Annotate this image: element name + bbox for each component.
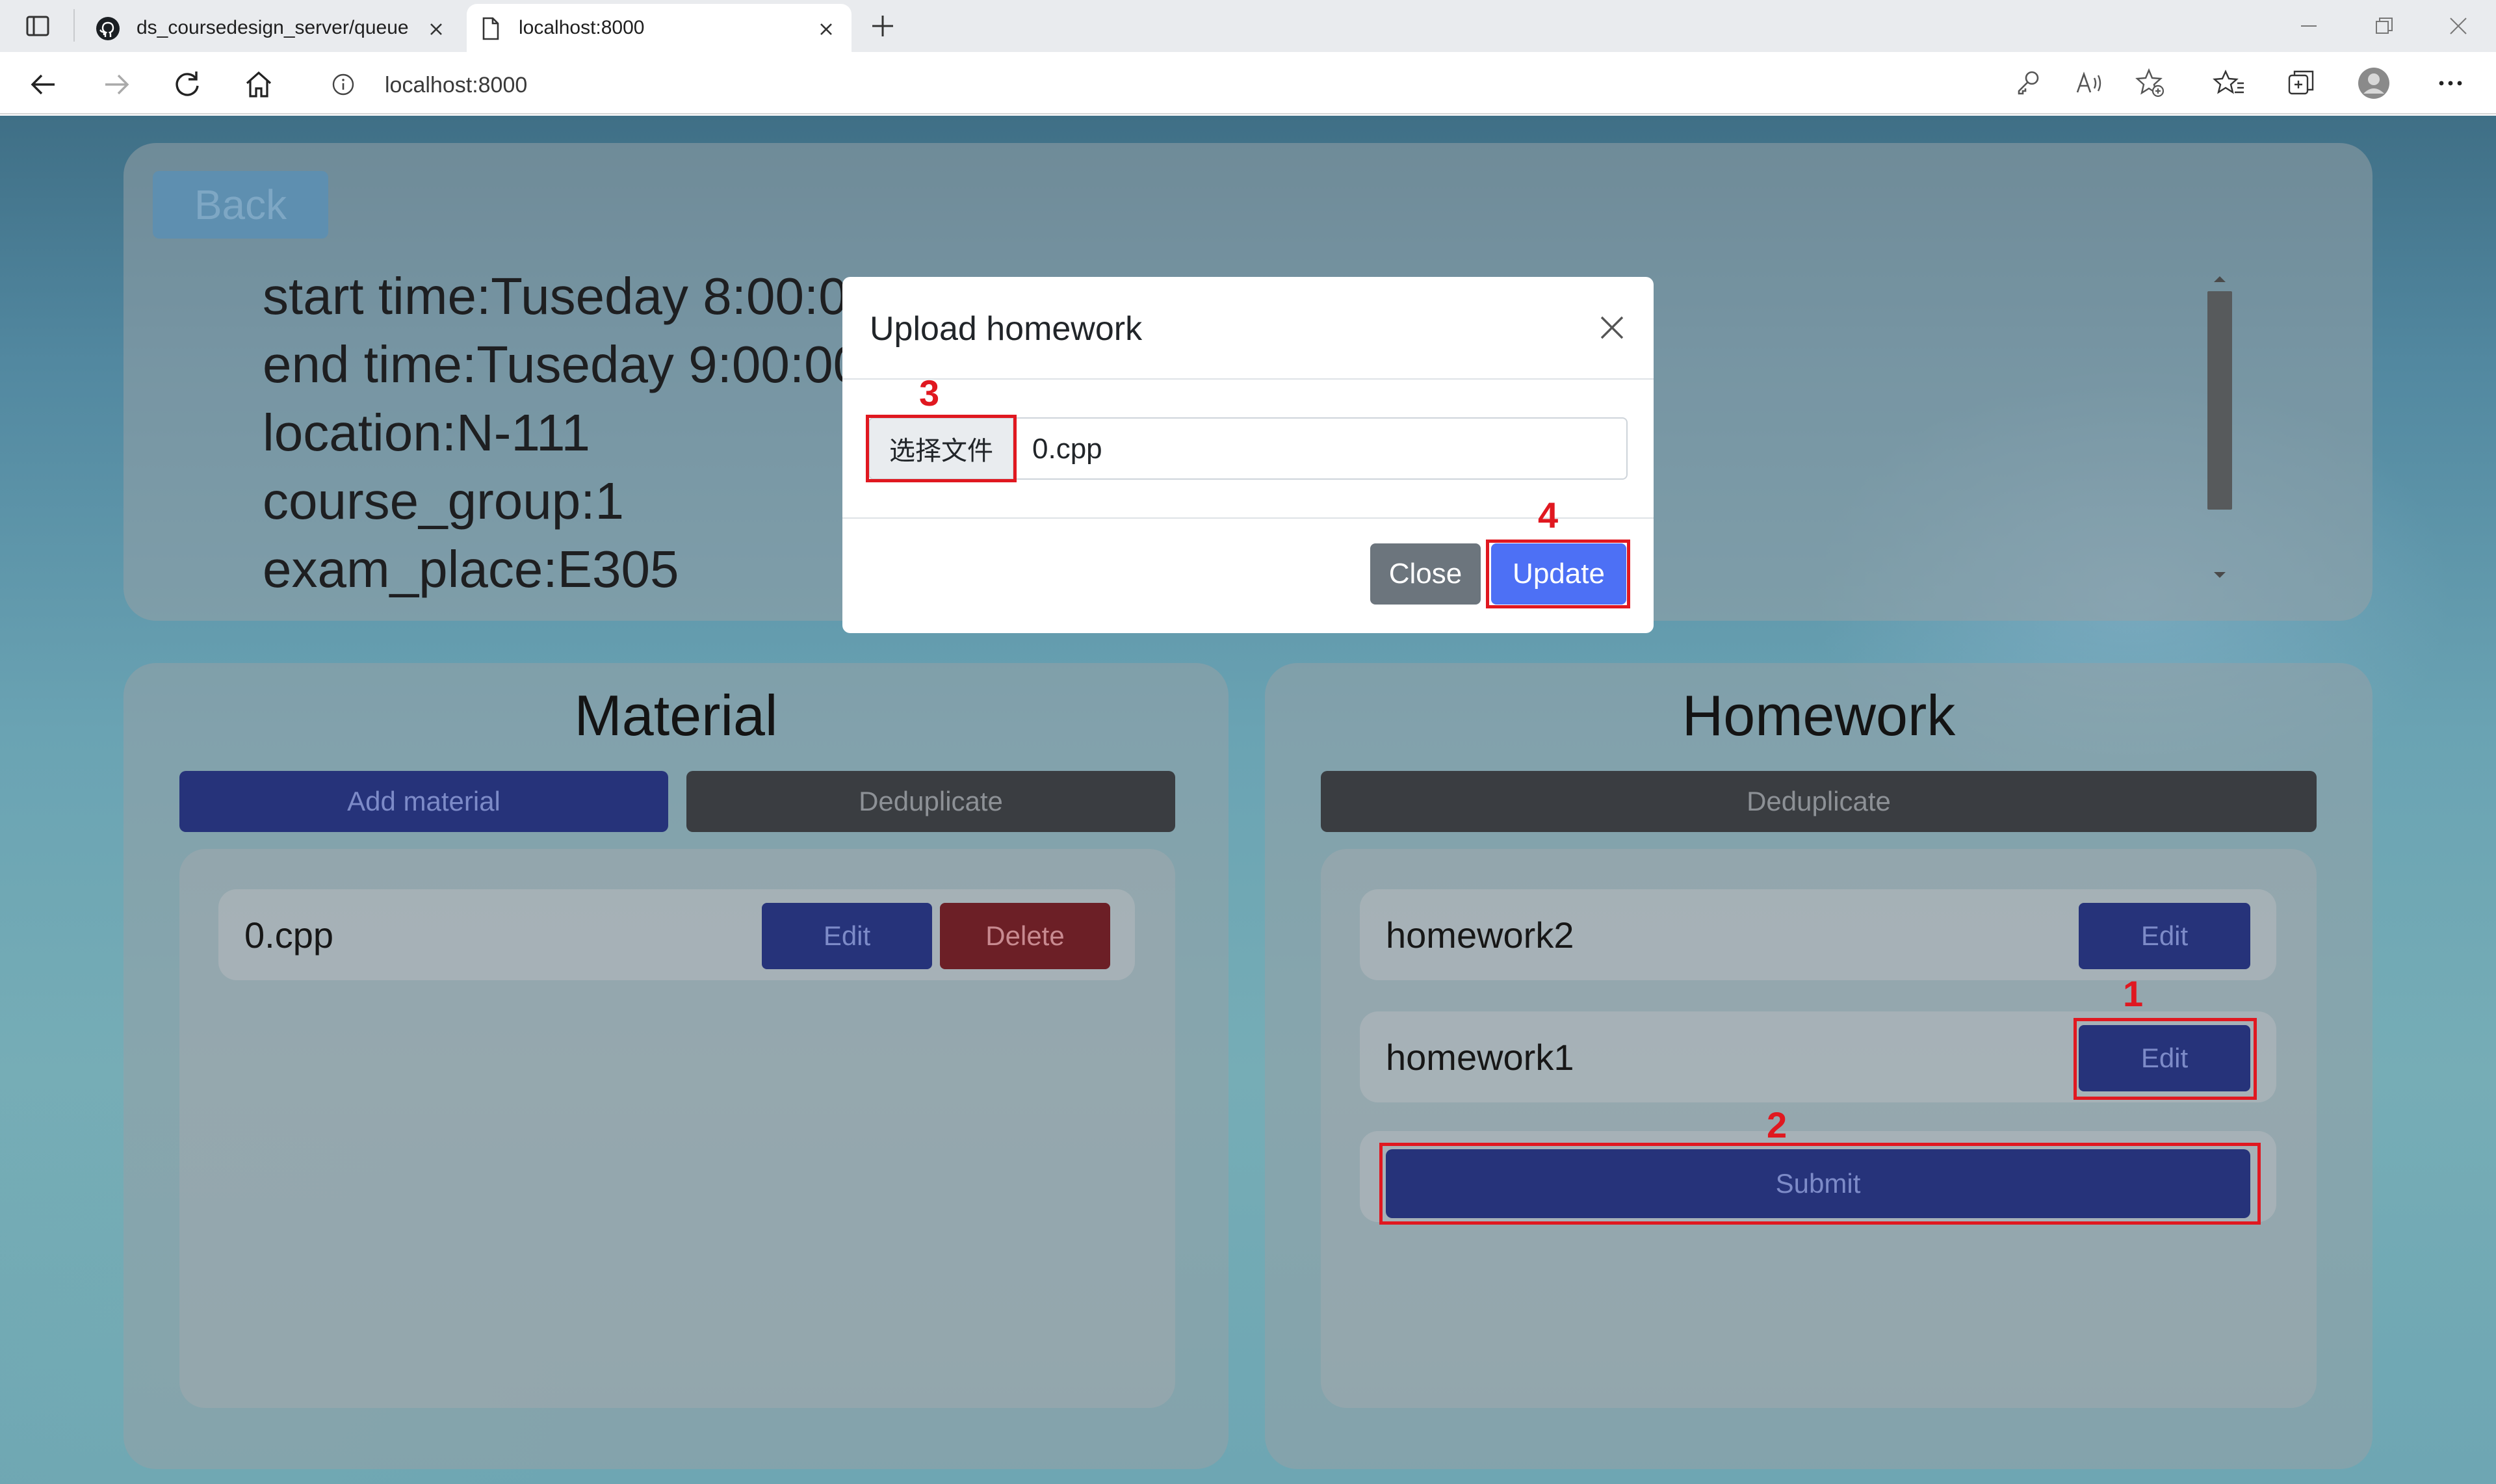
browser-tab-bar: ds_coursedesign_server/queue.p localhost…	[0, 0, 2496, 52]
info-end-time: end time:Tuseday 9:00:00	[263, 335, 863, 393]
page-icon	[482, 17, 499, 40]
material-edit-button[interactable]: Edit	[762, 903, 932, 969]
new-tab-icon[interactable]	[868, 12, 897, 40]
homework-deduplicate-button[interactable]: Deduplicate	[1321, 771, 2317, 832]
close-tab-icon[interactable]	[426, 20, 446, 39]
collections-icon[interactable]	[2284, 66, 2318, 100]
annotation-box-step-4	[1486, 540, 1630, 608]
annotation-step-4: 4	[1538, 495, 1559, 536]
tab-label: ds_coursedesign_server/queue.p	[136, 17, 410, 38]
annotation-box-step-3	[866, 415, 1017, 482]
tab-actions-icon[interactable]	[25, 13, 51, 39]
modal-close-icon[interactable]	[1596, 312, 1628, 343]
github-icon	[96, 17, 120, 40]
tab-separator	[73, 9, 75, 42]
more-menu-icon[interactable]	[2434, 66, 2467, 100]
add-material-button[interactable]: Add material	[179, 771, 668, 832]
annotation-step-3: 3	[919, 372, 940, 413]
add-favorite-icon[interactable]	[2133, 66, 2167, 100]
modal-footer-divider	[842, 517, 1654, 519]
url-field[interactable]: localhost:8000	[306, 60, 1930, 108]
tab-localhost[interactable]: localhost:8000	[467, 4, 852, 52]
forward-arrow-icon[interactable]	[99, 68, 133, 101]
page-background: Back start time:Tuseday 8:00:00 end time…	[0, 116, 2496, 1484]
annotation-step-1: 1	[2123, 973, 2144, 1014]
info-start-time: start time:Tuseday 8:00:00	[263, 267, 877, 325]
back-arrow-icon[interactable]	[27, 68, 61, 101]
tab-github[interactable]: ds_coursedesign_server/queue.p	[84, 4, 462, 52]
scroll-down-arrow-icon[interactable]	[2213, 571, 2227, 580]
favorites-icon[interactable]	[2213, 66, 2246, 100]
scroll-up-arrow-icon[interactable]	[2213, 274, 2227, 283]
annotation-box-step-2	[1379, 1143, 2261, 1225]
url-text: localhost:8000	[385, 73, 528, 98]
material-deduplicate-button[interactable]: Deduplicate	[686, 771, 1175, 832]
key-icon[interactable]	[2011, 66, 2045, 100]
profile-avatar-icon[interactable]	[2357, 66, 2391, 100]
restore-icon[interactable]	[2370, 13, 2398, 39]
home-icon[interactable]	[242, 68, 276, 101]
minimize-icon[interactable]	[2294, 13, 2323, 39]
material-delete-button[interactable]: Delete	[940, 903, 1110, 969]
info-location: location:N-111	[263, 404, 590, 462]
info-course-group: course_group:1	[263, 472, 624, 530]
info-exam-place: exam_place:E305	[263, 540, 679, 598]
refresh-icon[interactable]	[170, 68, 204, 101]
annotation-box-step-1	[2074, 1018, 2257, 1100]
tab-label: localhost:8000	[519, 17, 645, 38]
homework-item-name: homework1	[1386, 1037, 1574, 1078]
material-item-name: 0.cpp	[244, 915, 333, 956]
modal-close-button[interactable]: Close	[1370, 543, 1481, 605]
modal-title: Upload homework	[870, 310, 1143, 348]
material-title: Material	[574, 683, 778, 748]
homework-title: Homework	[1682, 683, 1956, 748]
homework-item-name: homework2	[1386, 915, 1574, 956]
upload-homework-modal: Upload homework 选择文件 0.cpp Close Update …	[842, 277, 1654, 633]
back-button[interactable]: Back	[153, 171, 328, 239]
address-bar: localhost:8000	[0, 52, 2496, 114]
info-scrollbar-thumb[interactable]	[2207, 291, 2232, 510]
homework2-edit-button[interactable]: Edit	[2079, 903, 2250, 969]
selected-file-name: 0.cpp	[1032, 433, 1102, 465]
read-aloud-icon[interactable]	[2072, 66, 2106, 100]
modal-header-divider	[842, 378, 1654, 380]
info-icon[interactable]	[332, 73, 355, 96]
close-tab-icon[interactable]	[816, 20, 836, 39]
annotation-step-2: 2	[1767, 1104, 1788, 1145]
close-window-icon[interactable]	[2444, 13, 2473, 39]
